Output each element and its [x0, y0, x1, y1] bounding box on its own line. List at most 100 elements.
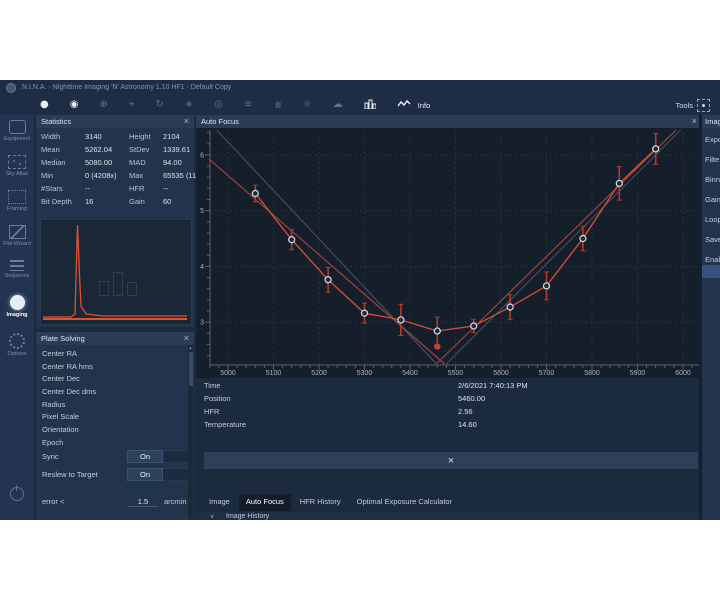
toolbar-icons: ● ◉ ⊕ ⌖ ↻ ∗ ◎ ≡ ≡ ☼ ☁ Info — [40, 95, 430, 115]
graph-icon[interactable] — [397, 99, 411, 111]
main-column: Auto Focus × 500051005200530054005500560… — [196, 115, 702, 520]
sidebar-item-label: Imaging — [0, 312, 34, 318]
temperature-value: 14.60 — [458, 420, 477, 429]
sidebar-item-options[interactable]: Options — [0, 333, 34, 357]
cancel-x-icon: × — [448, 455, 454, 467]
plate-field-radius: Radius — [42, 400, 194, 413]
svg-text:5500: 5500 — [448, 370, 464, 377]
histogram-icon[interactable] — [364, 98, 376, 112]
imaging-row-gain: Gain — [705, 195, 720, 204]
stat-label: Min — [41, 171, 85, 180]
image-history-row[interactable]: ∨ Image History — [196, 512, 702, 520]
bottom-tabs: ImageAuto FocusHFR HistoryOptimal Exposu… — [202, 494, 459, 511]
tools-button[interactable]: Tools — [675, 95, 710, 115]
imaging-panel-button[interactable] — [702, 265, 720, 278]
sidebar-item-framing[interactable]: Framing — [0, 190, 34, 212]
plate-solving-scrollbar[interactable]: ▲ — [188, 345, 193, 519]
hfr-value: 2.56 — [458, 407, 473, 416]
sidebar-item-imaging[interactable]: Imaging — [0, 295, 34, 318]
scrollbar-thumb[interactable] — [189, 352, 193, 386]
svg-text:6000: 6000 — [675, 370, 691, 377]
switch-icon[interactable]: ≡ — [244, 100, 252, 110]
tab-optimal-exposure-calculator[interactable]: Optimal Exposure Calculator — [350, 494, 459, 511]
stat-value: 0 (4208x) — [85, 171, 129, 180]
reslew-toggle-on[interactable]: On — [127, 468, 163, 481]
imaging-icon — [10, 295, 25, 310]
error-unit: arcmin — [164, 497, 187, 506]
tab-hfr-history[interactable]: HFR History — [293, 494, 348, 511]
stat-value: 16 — [85, 197, 129, 206]
screenshot-canvas: N.I.N.A. - Nighttime Imaging 'N' Astrono… — [0, 0, 720, 600]
power-icon[interactable] — [10, 487, 24, 501]
plate-field-orientation: Orientation — [42, 425, 194, 438]
sync-toggle-off[interactable] — [163, 450, 189, 463]
info-label[interactable]: Info — [418, 101, 431, 110]
tab-image[interactable]: Image — [202, 494, 237, 511]
hfr-row: HFR 2.56 — [196, 407, 702, 420]
image-history-label: Image History — [226, 513, 269, 520]
error-threshold-row: error < 1.5 arcmin — [42, 495, 186, 508]
svg-text:5900: 5900 — [630, 370, 646, 377]
tools-icon — [697, 99, 710, 112]
camera-icon[interactable]: ● — [40, 100, 49, 110]
plate-solving-close-icon[interactable]: × — [184, 334, 189, 343]
rotator-icon[interactable]: ↻ — [156, 100, 164, 110]
reslew-label: Reslew to Target — [42, 470, 98, 479]
sidebar-item-label: Sky Atlas — [0, 171, 34, 177]
stat-label: #Stars — [41, 184, 85, 193]
imaging-row-save: Save — [705, 235, 720, 244]
sidebar-item-equipment[interactable]: Equipment — [0, 120, 34, 142]
stat-label: HFR — [129, 184, 163, 193]
nina-window: N.I.N.A. - Nighttime Imaging 'N' Astrono… — [0, 80, 720, 520]
reslew-toggle[interactable]: On — [127, 468, 189, 481]
cancel-autofocus-button[interactable]: × — [204, 452, 698, 469]
telescope-icon[interactable]: ⊕ — [99, 100, 107, 110]
reslew-row: Reslew to Target On — [42, 468, 186, 481]
sync-toggle[interactable]: On — [127, 450, 189, 463]
stat-value: 65535 (118 — [163, 171, 199, 180]
plate-field-center-ra: Center RA — [42, 349, 194, 362]
temperature-label: Temperature — [204, 420, 246, 429]
sidebar-item-flat-wizard[interactable]: Flat Wizard — [0, 225, 34, 247]
weather-icon[interactable]: ☁ — [333, 100, 343, 110]
sidebar-item-sky-atlas[interactable]: Sky Atlas — [0, 155, 34, 177]
imaging-row-expo: Expo — [705, 135, 720, 144]
error-label: error < — [42, 497, 64, 506]
plate-solving-body: Center RACenter RA hmsCenter DecCenter D… — [36, 345, 194, 520]
stat-label: Width — [41, 132, 85, 141]
sidebar-item-label: Sequence — [0, 273, 34, 279]
plate-field-epoch: Epoch — [42, 438, 194, 451]
imaging-row-filte: Filte — [705, 155, 720, 164]
statistics-close-icon[interactable]: × — [184, 117, 189, 126]
filterwheel-icon[interactable]: ≡ — [273, 101, 283, 109]
options-icon — [9, 333, 25, 349]
sidebar-item-label: Equipment — [0, 136, 34, 142]
stat-label: Height — [129, 132, 163, 141]
svg-text:6: 6 — [200, 153, 204, 160]
stat-value: 5080.00 — [85, 158, 129, 167]
guider-icon[interactable]: ∗ — [185, 100, 193, 110]
scrollbar-up-icon[interactable]: ▲ — [188, 345, 193, 351]
histogram-curve — [41, 220, 189, 322]
plate-solving-header: Plate Solving × — [36, 332, 194, 345]
error-input[interactable]: 1.5 — [128, 497, 158, 507]
dome-icon[interactable]: ◎ — [214, 100, 223, 110]
sidebar-item-sequence[interactable]: Sequence — [0, 260, 34, 279]
svg-text:5000: 5000 — [220, 370, 236, 377]
aperture-icon[interactable]: ◉ — [70, 100, 79, 110]
expander-icon: ∨ — [210, 513, 214, 520]
stat-value: 3140 — [85, 132, 129, 141]
autofocus-close-icon[interactable]: × — [692, 117, 697, 126]
flatpanel-icon[interactable]: ☼ — [303, 100, 312, 110]
tools-label: Tools — [675, 101, 693, 110]
svg-text:5200: 5200 — [311, 370, 327, 377]
platesolve-icon[interactable]: ⌖ — [129, 100, 135, 110]
left-column: Statistics × Width3140Height2104Mean5262… — [36, 115, 194, 520]
plate-field-center-ra-hms: Center RA hms — [42, 362, 194, 375]
sync-toggle-on[interactable]: On — [127, 450, 163, 463]
reslew-toggle-off[interactable] — [163, 468, 189, 481]
plate-field-center-dec: Center Dec — [42, 374, 194, 387]
title-bar: N.I.N.A. - Nighttime Imaging 'N' Astrono… — [0, 80, 720, 95]
tab-auto-focus[interactable]: Auto Focus — [239, 494, 291, 511]
sidebar-item-label: Options — [0, 351, 34, 357]
